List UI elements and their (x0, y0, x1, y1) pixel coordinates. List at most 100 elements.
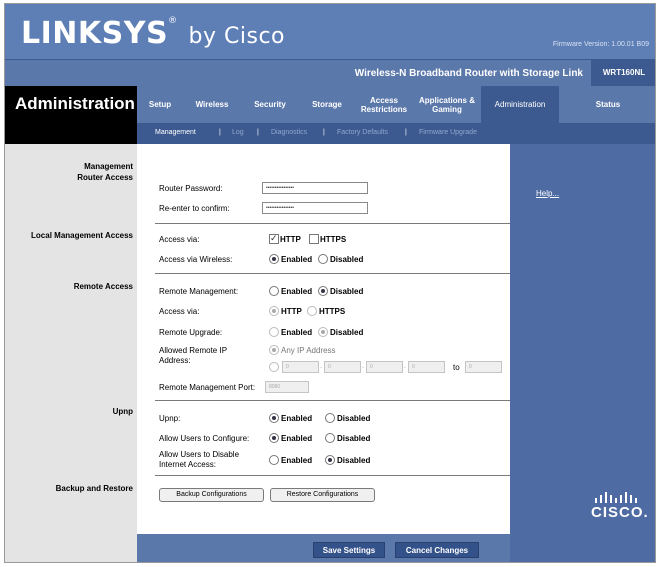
https-label: HTTPS (320, 235, 347, 244)
ip-octet-4[interactable]: 0 (408, 361, 445, 373)
wireless-disabled-label: Disabled (330, 255, 364, 264)
remote-upgrade-enabled-label: Enabled (281, 328, 313, 337)
disable-internet-enabled-radio[interactable] (269, 455, 279, 465)
configure-enabled-label: Enabled (281, 434, 313, 443)
tab-security[interactable]: Security (241, 86, 299, 123)
remote-mgmt-disabled-label: Disabled (330, 287, 364, 296)
remote-upgrade-enabled-radio[interactable] (269, 327, 279, 337)
cancel-changes-button[interactable]: Cancel Changes (395, 542, 479, 558)
allowed-ip-label: Allowed Remote IP Address: (159, 346, 227, 365)
section-divider (155, 475, 510, 476)
subtab-firmware-upgrade[interactable]: Firmware Upgrade (419, 129, 477, 136)
ip-to-octet[interactable]: 0 (465, 361, 502, 373)
firmware-version: Firmware Version: 1.00.01 B09 (552, 41, 649, 48)
access-via-label: Access via: (159, 235, 200, 244)
label-backup-restore: Backup and Restore (55, 484, 133, 493)
https-checkbox[interactable] (309, 234, 319, 244)
configure-enabled-radio[interactable] (269, 433, 279, 443)
remote-upgrade-disabled-radio[interactable] (318, 327, 328, 337)
label-remote-access: Remote Access (73, 282, 133, 291)
upnp-disable-internet-label: Allow Users to Disable Internet Access: (159, 450, 240, 469)
subtab-separator: | (219, 129, 221, 136)
ip-dot: . (362, 363, 364, 370)
tab-setup[interactable]: Setup (137, 86, 183, 123)
remote-http-label: HTTP (281, 307, 302, 316)
ip-dot: . (404, 363, 406, 370)
any-ip-radio[interactable] (269, 345, 279, 355)
page-title: Administration (15, 94, 135, 113)
remote-management-label: Remote Management: (159, 287, 239, 296)
upnp-disabled-radio[interactable] (325, 413, 335, 423)
label-router-access: Router Access (77, 173, 133, 182)
router-password-input[interactable]: •••••••••••••••• (262, 182, 368, 194)
router-password-label: Router Password: (159, 184, 223, 193)
subtab-separator: | (323, 129, 325, 136)
product-bar: Wireless-N Broadband Router with Storage… (5, 59, 655, 86)
remote-https-label: HTTPS (319, 307, 346, 316)
http-label: HTTP (280, 235, 301, 244)
section-divider (155, 400, 510, 401)
model-number: WRT160NL (591, 60, 655, 86)
disable-internet-enabled-label: Enabled (281, 456, 313, 465)
tab-applications-gaming[interactable]: Applications & Gaming (413, 86, 481, 123)
section-divider (155, 273, 510, 274)
backup-configurations-button[interactable]: Backup Configurations (159, 488, 264, 502)
section-management: Management (84, 162, 133, 171)
ip-dot: . (320, 363, 322, 370)
configure-disabled-label: Disabled (337, 434, 371, 443)
disable-internet-disabled-radio[interactable] (325, 455, 335, 465)
access-via-wireless-label: Access via Wireless: (159, 255, 233, 264)
left-label-column: Management Router Access Local Managemen… (5, 144, 137, 534)
sub-tabs: Management | Log | Diagnostics | Factory… (137, 123, 655, 144)
footer-left (5, 534, 137, 562)
product-name: Wireless-N Broadband Router with Storage… (354, 68, 583, 79)
ip-octet-2[interactable]: 0 (324, 361, 361, 373)
subtab-separator: | (405, 129, 407, 136)
configure-disabled-radio[interactable] (325, 433, 335, 443)
tab-status[interactable]: Status (559, 86, 655, 123)
confirm-password-input[interactable]: •••••••••••••••• (262, 202, 368, 214)
subtab-separator: | (257, 129, 259, 136)
wireless-enabled-radio[interactable] (269, 254, 279, 264)
linksys-logo: LINKSYS® by Cisco (21, 16, 285, 51)
upnp-configure-label: Allow Users to Configure: (159, 434, 250, 443)
section-divider (155, 223, 510, 224)
ip-range-radio[interactable] (269, 362, 279, 372)
remote-mgmt-enabled-radio[interactable] (269, 286, 279, 296)
section-title-box: Administration (5, 86, 137, 144)
http-checkbox[interactable] (269, 233, 279, 244)
remote-port-input[interactable]: 8080 (265, 381, 309, 393)
subtab-factory-defaults[interactable]: Factory Defaults (337, 129, 388, 136)
tab-administration[interactable]: Administration (481, 86, 559, 123)
subtab-diagnostics[interactable]: Diagnostics (271, 129, 307, 136)
ip-octet-1[interactable]: 0 (282, 361, 319, 373)
remote-upgrade-label: Remote Upgrade: (159, 328, 223, 337)
wireless-enabled-label: Enabled (281, 255, 313, 264)
ip-to-label: to (453, 363, 460, 372)
save-settings-button[interactable]: Save Settings (313, 542, 385, 558)
settings-content: Router Password: •••••••••••••••• Re-ent… (137, 144, 510, 534)
ip-octet-3[interactable]: 0 (366, 361, 403, 373)
help-link[interactable]: Help... (536, 189, 559, 198)
any-ip-label: Any IP Address (281, 346, 336, 355)
remote-http-radio[interactable] (269, 306, 279, 316)
wireless-disabled-radio[interactable] (318, 254, 328, 264)
restore-configurations-button[interactable]: Restore Configurations (270, 488, 375, 502)
footer-bar: Save Settings Cancel Changes (137, 534, 510, 562)
remote-mgmt-enabled-label: Enabled (281, 287, 313, 296)
tab-storage[interactable]: Storage (299, 86, 355, 123)
upnp-enabled-label: Enabled (281, 414, 313, 423)
confirm-password-label: Re-enter to confirm: (159, 204, 230, 213)
tab-access-restrictions[interactable]: Access Restrictions (355, 86, 413, 123)
remote-port-label: Remote Management Port: (159, 383, 256, 392)
remote-mgmt-disabled-radio[interactable] (318, 286, 328, 296)
subtab-log[interactable]: Log (232, 129, 244, 136)
cisco-bars-icon (595, 492, 637, 503)
remote-https-radio[interactable] (307, 306, 317, 316)
upnp-enabled-radio[interactable] (269, 413, 279, 423)
label-local-management-access: Local Management Access (31, 231, 133, 240)
remote-access-via-label: Access via: (159, 307, 200, 316)
subtab-management[interactable]: Management (155, 129, 196, 136)
disable-internet-disabled-label: Disabled (337, 456, 371, 465)
tab-wireless[interactable]: Wireless (183, 86, 241, 123)
